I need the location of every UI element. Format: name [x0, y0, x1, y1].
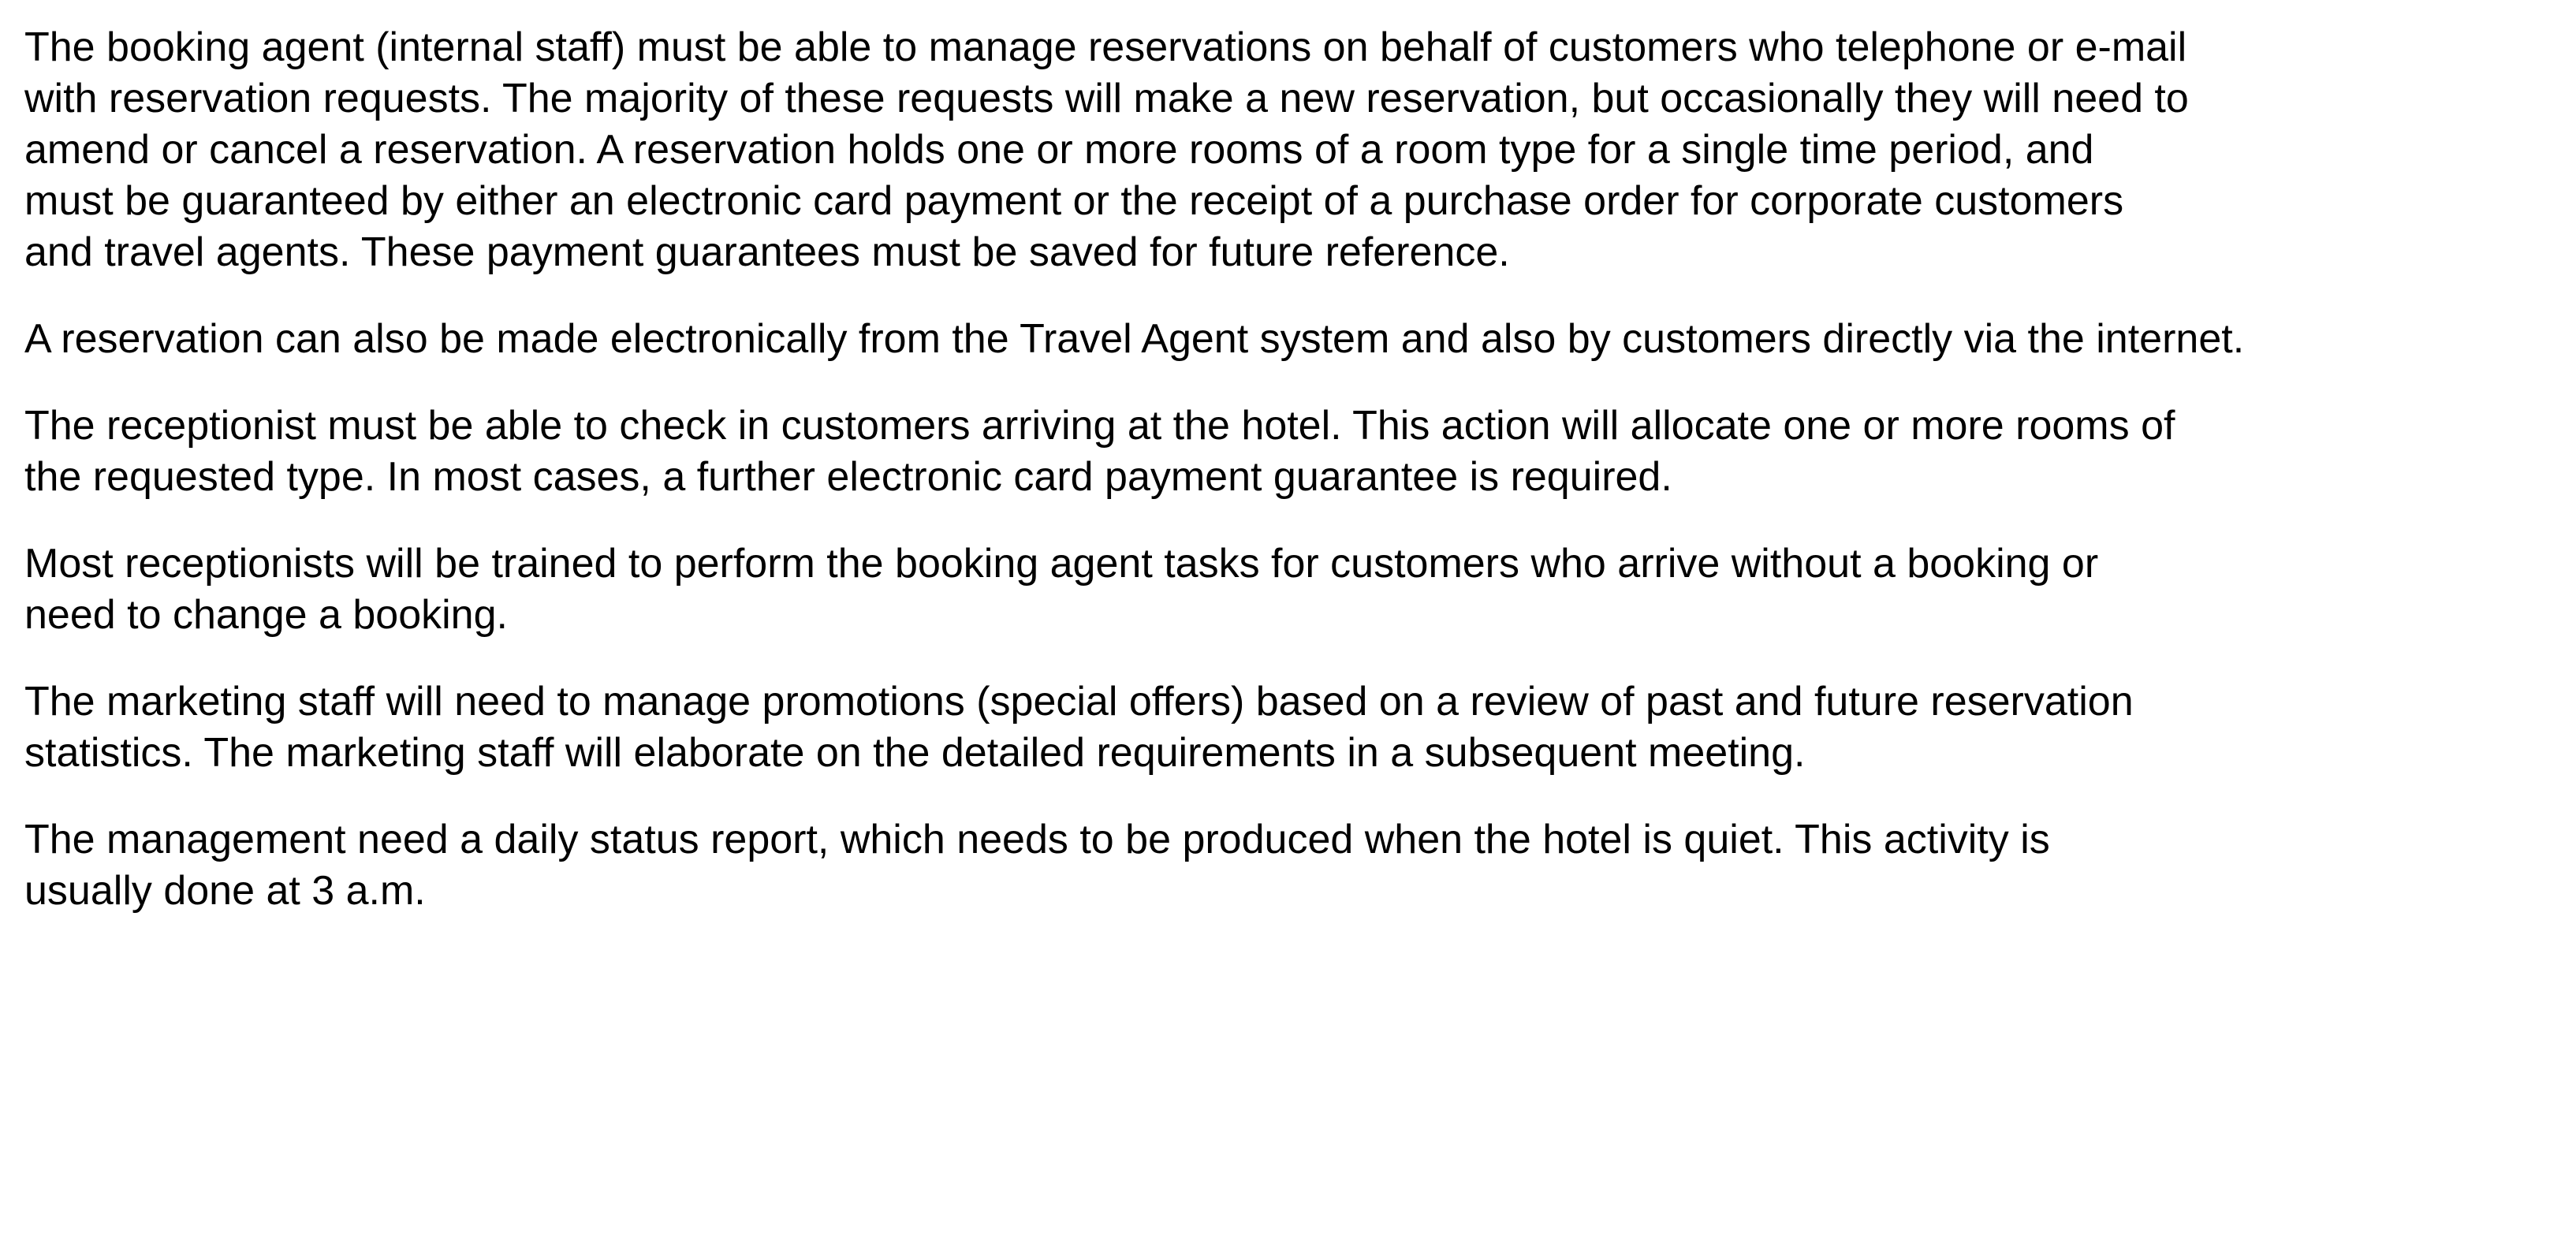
paragraph-booking-agent: The booking agent (internal staff) must …	[24, 22, 2576, 278]
text-line: The receptionist must be able to check i…	[24, 403, 2175, 449]
text-line: with reservation requests. The majority …	[24, 76, 2189, 121]
text-line: and travel agents. These payment guarant…	[24, 229, 1510, 275]
text-line: The marketing staff will need to manage …	[24, 679, 2134, 724]
text-line: Most receptionists will be trained to pe…	[24, 541, 2099, 587]
text-line: amend or cancel a reservation. A reserva…	[24, 127, 2094, 173]
paragraph-marketing-staff: The marketing staff will need to manage …	[24, 676, 2576, 779]
paragraph-electronic-reservation: A reservation can also be made electroni…	[24, 314, 2576, 365]
text-line: must be guaranteed by either an electron…	[24, 178, 2124, 224]
text-line: A reservation can also be made electroni…	[24, 316, 2245, 362]
text-line: The management need a daily status repor…	[24, 817, 2050, 862]
paragraph-receptionist-check-in: The receptionist must be able to check i…	[24, 400, 2576, 503]
paragraph-receptionist-training: Most receptionists will be trained to pe…	[24, 538, 2576, 641]
text-line: need to change a booking.	[24, 592, 508, 638]
text-line: the requested type. In most cases, a fur…	[24, 454, 1672, 500]
text-line: statistics. The marketing staff will ela…	[24, 730, 1806, 776]
text-line: The booking agent (internal staff) must …	[24, 24, 2187, 70]
text-line: usually done at 3 a.m.	[24, 868, 426, 914]
paragraph-management-report: The management need a daily status repor…	[24, 814, 2576, 917]
requirements-document: The booking agent (internal staff) must …	[24, 22, 2576, 952]
